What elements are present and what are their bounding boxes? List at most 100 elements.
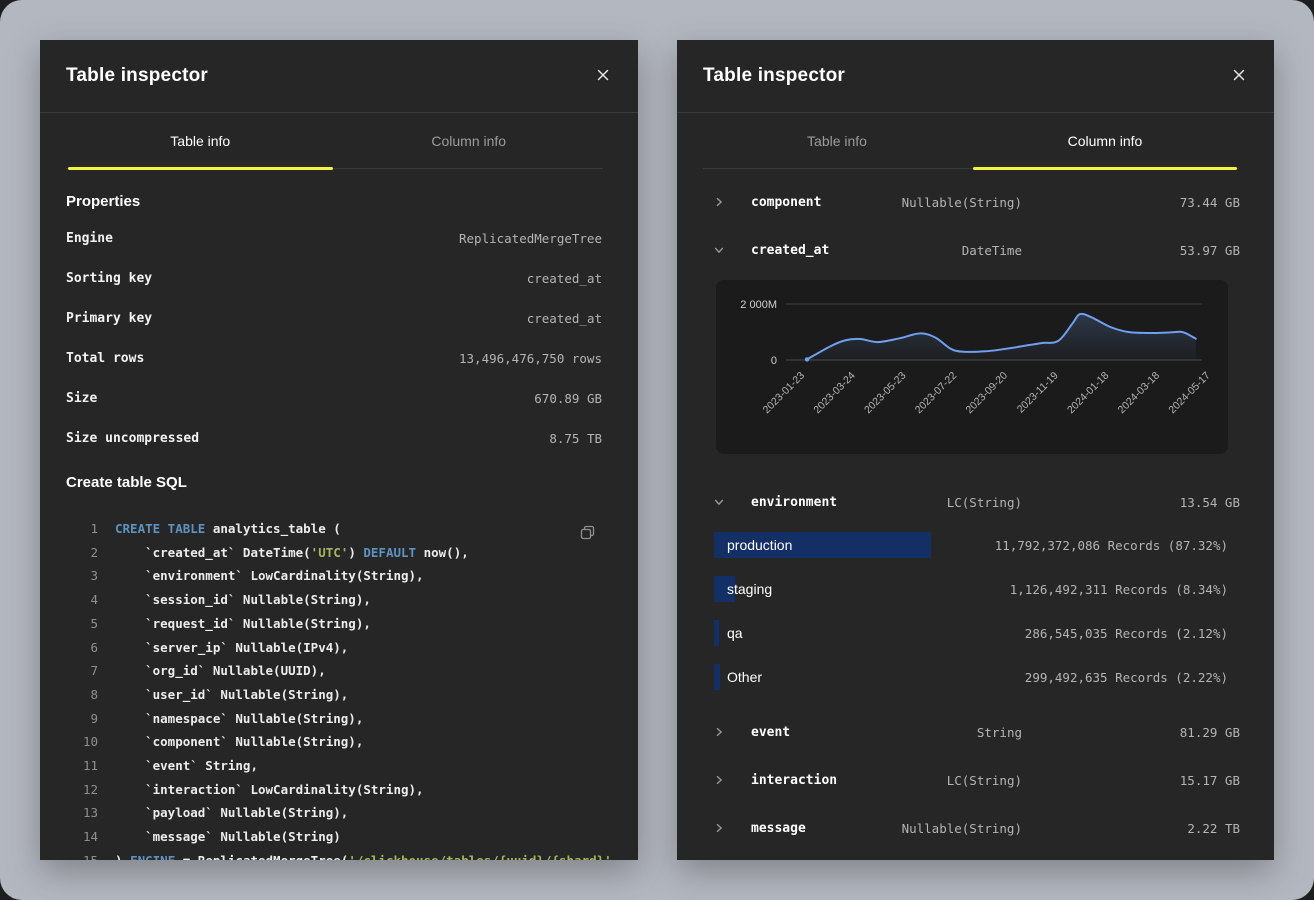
property-row: Size 670.89 GB [66, 378, 602, 418]
column-list: component Nullable(String) 73.44 GB crea… [677, 169, 1274, 852]
sql-line-text: `event` String, [115, 754, 258, 778]
dialog-title: Table inspector [66, 65, 208, 87]
copy-icon [580, 529, 596, 544]
dialog-title: Table inspector [703, 65, 845, 87]
column-row-interaction[interactable]: interaction LC(String) 15.17 GB [714, 756, 1240, 804]
column-row-environment[interactable]: environment LC(String) 13.54 GB [714, 478, 1240, 526]
sql-line: 7 `org_id` Nullable(UUID), [66, 659, 602, 683]
column-size: 2.22 TB [1022, 821, 1240, 836]
dialog-header: Table inspector [40, 40, 638, 113]
column-type: String [977, 725, 1022, 740]
property-label: Size uncompressed [66, 431, 199, 446]
sql-line-text: `server_ip` Nullable(IPv4), [115, 636, 348, 660]
column-type: LC(String) [947, 495, 1022, 510]
column-name: component [751, 195, 821, 210]
property-label: Size [66, 391, 97, 406]
column-type: Nullable(String) [902, 821, 1022, 836]
svg-text:2023-09-20: 2023-09-20 [964, 370, 1011, 417]
sql-line-text: `created_at` DateTime('UTC') DEFAULT now… [115, 541, 469, 565]
svg-text:2023-03-24: 2023-03-24 [811, 370, 858, 417]
property-label: Engine [66, 231, 113, 246]
line-number: 10 [66, 730, 98, 754]
property-value: created_at [527, 271, 602, 286]
tab-label: Column info [431, 133, 506, 149]
line-number: 7 [66, 659, 98, 683]
sql-line-text: `environment` LowCardinality(String), [115, 564, 424, 588]
sql-line-text: `org_id` Nullable(UUID), [115, 659, 326, 683]
value-record-count: 286,545,035 Records (2.12%) [1025, 626, 1240, 641]
sql-line: 8 `user_id` Nullable(String), [66, 683, 602, 707]
column-size: 13.54 GB [1022, 495, 1240, 510]
table-inspector-dialog-table-info: Table inspector Table info Column info Pr… [40, 40, 638, 860]
value-bar-row-staging: staging 1,126,492,311 Records (8.34%) [714, 576, 1240, 602]
sql-line: 15 ) ENGINE = ReplicatedMergeTree('/clic… [66, 849, 602, 860]
property-label: Primary key [66, 311, 152, 326]
svg-text:2023-05-23: 2023-05-23 [862, 370, 909, 417]
line-number: 14 [66, 825, 98, 849]
svg-text:2023-11-19: 2023-11-19 [1015, 370, 1061, 416]
line-number: 5 [66, 612, 98, 636]
property-row: Primary key created_at [66, 298, 602, 338]
copy-sql-button[interactable] [576, 521, 600, 548]
tab-column-info[interactable]: Column info [335, 113, 604, 168]
value-label: production [714, 537, 792, 553]
chevron-down-icon [714, 497, 724, 507]
column-row-created-at[interactable]: created_at DateTime 53.97 GB [714, 226, 1240, 274]
sql-line-text: `namespace` Nullable(String), [115, 707, 363, 731]
value-label: staging [714, 581, 772, 597]
property-value: 8.75 TB [549, 431, 602, 446]
value-label: qa [714, 625, 743, 641]
line-number: 11 [66, 754, 98, 778]
chevron-right-icon [714, 823, 724, 833]
tab-bar: Table info Column info [703, 113, 1239, 169]
column-row-event[interactable]: event String 81.29 GB [714, 708, 1240, 756]
value-record-count: 299,492,635 Records (2.22%) [1025, 670, 1240, 685]
line-number: 1 [66, 517, 98, 541]
tab-label: Column info [1068, 133, 1143, 149]
column-name: message [751, 821, 806, 836]
property-row: Total rows 13,496,476,750 rows [66, 338, 602, 378]
line-number: 4 [66, 588, 98, 612]
property-label: Sorting key [66, 271, 152, 286]
line-number: 6 [66, 636, 98, 660]
tab-table-info[interactable]: Table info [703, 113, 971, 168]
column-type: Nullable(String) [902, 195, 1022, 210]
sql-line: 9 `namespace` Nullable(String), [66, 707, 602, 731]
svg-text:2023-01-23: 2023-01-23 [761, 370, 808, 417]
close-button[interactable] [590, 62, 616, 91]
column-row-message[interactable]: message Nullable(String) 2.22 TB [714, 804, 1240, 852]
sql-line: 14 `message` Nullable(String) [66, 825, 602, 849]
line-number: 15 [66, 849, 98, 860]
screen-background: Table inspector Table info Column info Pr… [0, 0, 1314, 900]
table-inspector-dialog-column-info: Table inspector Table info Column info co… [677, 40, 1274, 860]
tab-column-info[interactable]: Column info [971, 113, 1239, 168]
property-value: 13,496,476,750 rows [459, 351, 602, 366]
property-row: Size uncompressed 8.75 TB [66, 418, 602, 458]
property-label: Total rows [66, 351, 144, 366]
svg-text:2024-05-17: 2024-05-17 [1166, 370, 1213, 417]
created-at-area-chart: 2 000M02023-01-232023-03-242023-05-23202… [716, 280, 1228, 454]
sql-line: 3 `environment` LowCardinality(String), [66, 564, 602, 588]
property-value: 670.89 GB [534, 391, 602, 406]
close-icon [1232, 68, 1246, 85]
property-value: ReplicatedMergeTree [459, 231, 602, 246]
chevron-right-icon [714, 197, 724, 207]
sql-line-text: `request_id` Nullable(String), [115, 612, 371, 636]
chevron-right-icon [714, 727, 724, 737]
sql-line: 12 `interaction` LowCardinality(String), [66, 778, 602, 802]
tab-table-info[interactable]: Table info [66, 113, 335, 168]
column-row-component[interactable]: component Nullable(String) 73.44 GB [714, 178, 1240, 226]
svg-text:2023-07-22: 2023-07-22 [913, 370, 960, 417]
value-bar-row-qa: qa 286,545,035 Records (2.12%) [714, 620, 1240, 646]
close-icon [596, 68, 610, 85]
sql-line: 10 `component` Nullable(String), [66, 730, 602, 754]
line-number: 13 [66, 801, 98, 825]
sql-line: 13 `payload` Nullable(String), [66, 801, 602, 825]
properties-heading: Properties [66, 193, 602, 210]
chevron-right-icon [714, 775, 724, 785]
value-label: Other [714, 669, 762, 685]
column-size: 53.97 GB [1022, 243, 1240, 258]
sql-line: 11 `event` String, [66, 754, 602, 778]
sql-line: 4 `session_id` Nullable(String), [66, 588, 602, 612]
close-button[interactable] [1226, 62, 1252, 91]
